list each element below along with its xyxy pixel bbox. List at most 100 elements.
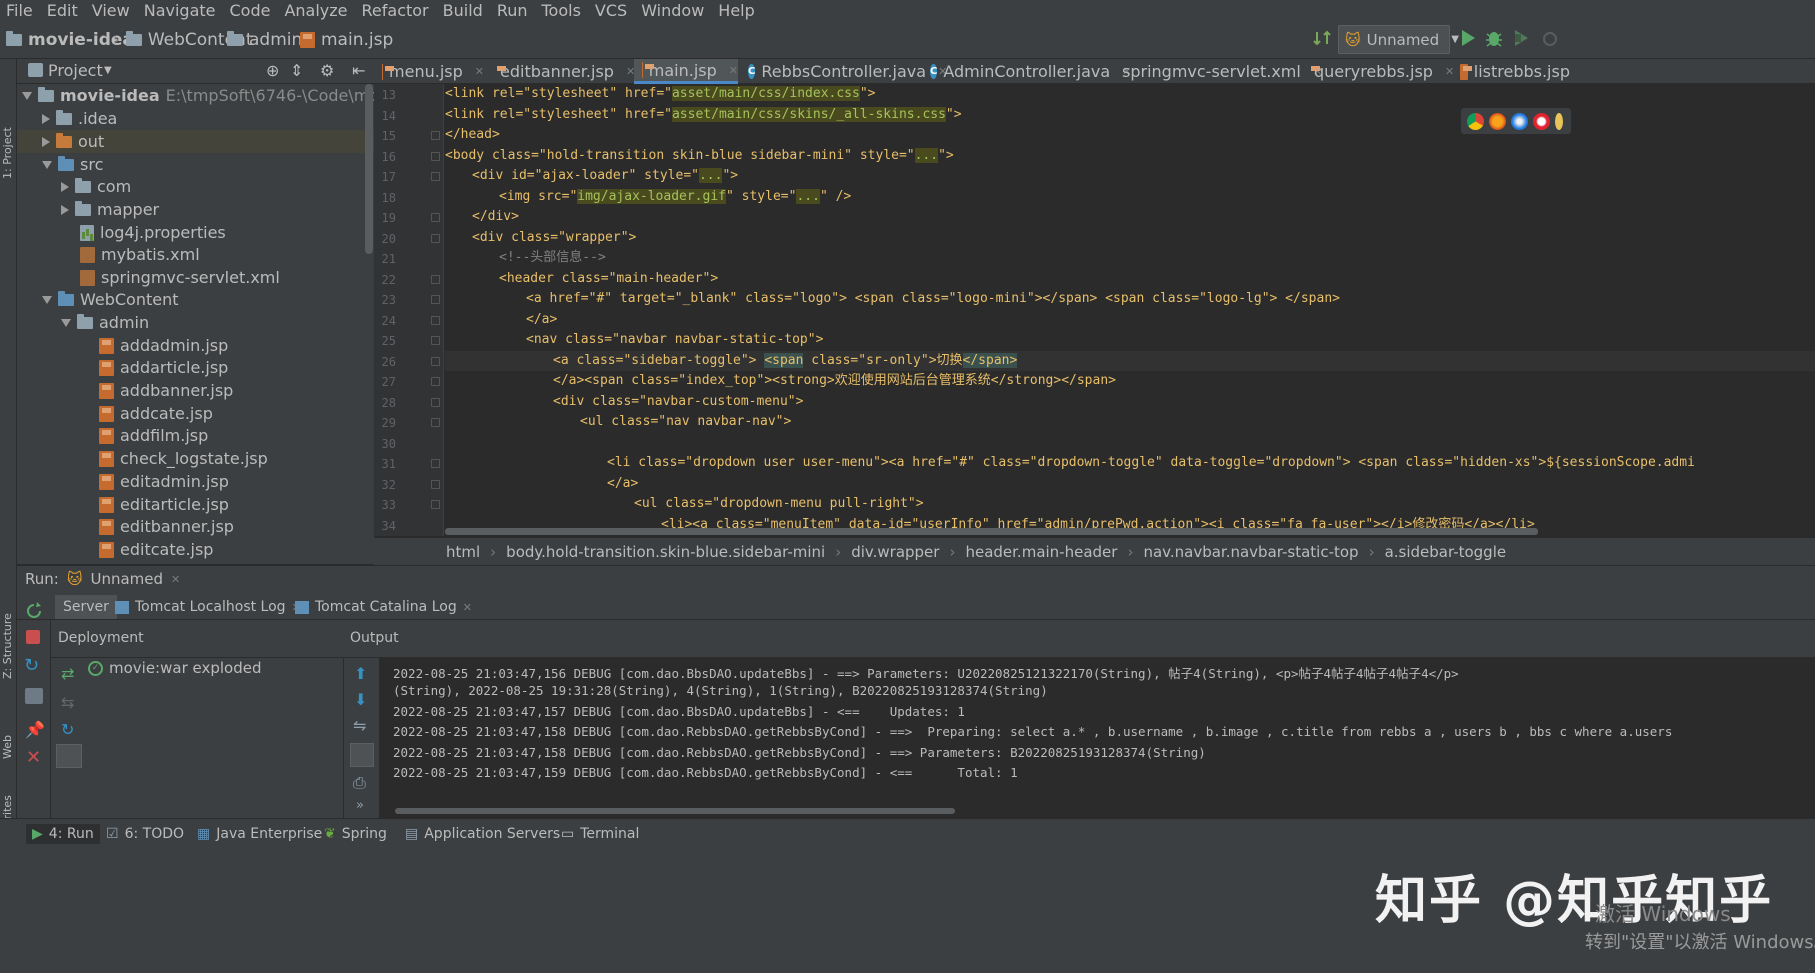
- fold-icon[interactable]: [431, 398, 440, 407]
- web-tool-button[interactable]: Web: [1, 735, 14, 759]
- fold-icon[interactable]: [431, 234, 440, 243]
- coverage-icon[interactable]: [1513, 29, 1531, 51]
- artifact-icon[interactable]: [56, 744, 82, 768]
- opera-icon[interactable]: [1533, 112, 1550, 130]
- fold-icon[interactable]: [431, 131, 440, 140]
- tree-node-idea[interactable]: .idea: [42, 107, 117, 130]
- spring-tool-button[interactable]: ❦ Spring: [318, 824, 393, 844]
- menu-analyze[interactable]: Analyze: [278, 1, 355, 20]
- editor-horizontal-scrollbar[interactable]: [445, 528, 1538, 535]
- tree-node-file[interactable]: editcate.jsp: [99, 538, 213, 561]
- output-console[interactable]: 2022-08-25 21:03:47,156 DEBUG [com.dao.B…: [381, 658, 1815, 818]
- close-icon[interactable]: ✕: [26, 747, 41, 768]
- ie-icon[interactable]: [1555, 112, 1563, 130]
- run-icon[interactable]: [1460, 29, 1476, 51]
- menu-file[interactable]: File: [0, 1, 41, 20]
- menu-refactor[interactable]: Refactor: [356, 1, 437, 20]
- code-editor[interactable]: <link rel="stylesheet" href="asset/main/…: [445, 84, 1815, 536]
- tree-node-com[interactable]: com: [61, 175, 131, 198]
- fold-icon[interactable]: [431, 213, 440, 222]
- fold-icon[interactable]: [431, 336, 440, 345]
- sort-icon[interactable]: [1313, 30, 1333, 48]
- tab-editbanner-jsp[interactable]: editbanner.jsp ✕: [486, 59, 635, 84]
- tree-node-file[interactable]: editarticle.jsp: [99, 493, 229, 516]
- java-enterprise-tool-button[interactable]: ▦ Java Enterprise: [191, 824, 328, 844]
- chevron-down-icon[interactable]: ▼: [104, 65, 112, 76]
- layout-icon[interactable]: [25, 688, 43, 704]
- menu-view[interactable]: View: [86, 1, 138, 20]
- menu-tools[interactable]: Tools: [536, 1, 589, 20]
- tree-node-log4j[interactable]: log4j.properties: [80, 221, 226, 244]
- tree-node-file[interactable]: addadmin.jsp: [99, 334, 228, 357]
- project-scrollbar[interactable]: [365, 84, 373, 254]
- profile-icon[interactable]: [1541, 29, 1559, 51]
- fold-icon[interactable]: [431, 377, 440, 386]
- tree-node-file[interactable]: addbanner.jsp: [99, 379, 233, 402]
- tree-node-file[interactable]: addarticle.jsp: [99, 356, 228, 379]
- tree-node-src[interactable]: src: [42, 153, 103, 176]
- tree-node-file[interactable]: check_logstate.jsp: [99, 447, 268, 470]
- fold-icon[interactable]: [431, 459, 440, 468]
- tree-node-admin[interactable]: admin: [61, 311, 149, 334]
- scroll-to-end-icon[interactable]: [350, 743, 374, 767]
- breadcrumb-body[interactable]: body.hold-transition.skin-blue.sidebar-m…: [506, 543, 825, 561]
- tree-node-springmvc[interactable]: springmvc-servlet.xml: [80, 266, 280, 289]
- fold-icon[interactable]: [431, 500, 440, 509]
- deploy-icon[interactable]: ⇄: [61, 664, 74, 683]
- tree-node-file[interactable]: addcate.jsp: [99, 402, 213, 425]
- fold-icon[interactable]: [431, 152, 440, 161]
- tree-node-out[interactable]: out: [17, 130, 374, 153]
- tab-tomcat-catalina-log[interactable]: Tomcat Catalina Log ✕: [287, 595, 480, 619]
- tab-tomcat-localhost-log[interactable]: Tomcat Localhost Log✕: [107, 595, 309, 619]
- fold-icon[interactable]: [431, 418, 440, 427]
- run-config-name[interactable]: Unnamed: [90, 570, 163, 588]
- hide-panel-icon[interactable]: ⇤: [352, 61, 365, 80]
- tab-admincontroller[interactable]: C AdminController.java ✕: [922, 59, 1131, 84]
- tab-rebbscontroller[interactable]: C RebbsController.java ✕: [740, 59, 947, 84]
- fold-icon[interactable]: [431, 275, 440, 284]
- fold-icon[interactable]: [431, 172, 440, 181]
- application-servers-tool-button[interactable]: ▤ Application Servers: [399, 824, 566, 844]
- close-icon[interactable]: ✕: [475, 65, 484, 78]
- run-tool-button[interactable]: ▶ 4: Run: [26, 824, 100, 844]
- fold-icon[interactable]: [431, 357, 440, 366]
- breadcrumb-div[interactable]: div.wrapper: [851, 543, 939, 561]
- redeploy-icon[interactable]: ↻: [61, 720, 74, 739]
- terminal-tool-button[interactable]: ▭ Terminal: [555, 824, 645, 844]
- arrow-up-icon[interactable]: ⬆: [354, 664, 367, 683]
- chrome-icon[interactable]: [1467, 112, 1484, 130]
- project-panel-title[interactable]: Project: [48, 61, 103, 80]
- deployment-item[interactable]: ✓ movie:war exploded: [88, 659, 262, 677]
- safari-icon[interactable]: [1511, 112, 1528, 130]
- firefox-icon[interactable]: [1489, 112, 1506, 130]
- collapse-all-icon[interactable]: ⇕: [290, 61, 303, 80]
- menu-navigate[interactable]: Navigate: [138, 1, 224, 20]
- tree-node-file[interactable]: editadmin.jsp: [99, 470, 229, 493]
- close-icon[interactable]: ✕: [729, 64, 738, 77]
- run-config-select[interactable]: 🐱 Unnamed ▼: [1338, 25, 1459, 54]
- fold-icon[interactable]: [431, 295, 440, 304]
- tab-queryrebbs-jsp[interactable]: queryrebbs.jsp ✕: [1300, 59, 1454, 84]
- tab-springmvc-xml[interactable]: springmvc-servlet.xml ✕: [1108, 59, 1322, 84]
- breadcrumb-nav[interactable]: nav.navbar.navbar-static-top: [1143, 543, 1358, 561]
- close-icon[interactable]: ✕: [171, 573, 180, 586]
- locate-icon[interactable]: ⊕: [266, 61, 279, 80]
- project-tool-button[interactable]: 1: Project: [1, 127, 14, 179]
- arrow-down-icon[interactable]: ⬇: [354, 690, 367, 709]
- gear-icon[interactable]: ⚙: [320, 61, 334, 80]
- menu-run[interactable]: Run: [491, 1, 536, 20]
- tab-menu-jsp[interactable]: menu.jsp ✕: [374, 59, 484, 84]
- structure-tool-button[interactable]: Z: Structure: [1, 613, 14, 679]
- menu-window[interactable]: Window: [635, 1, 712, 20]
- pin-icon[interactable]: 📌: [25, 720, 45, 739]
- breadcrumb-admin[interactable]: admin: [227, 30, 302, 50]
- debug-icon[interactable]: [1485, 28, 1503, 52]
- more-icon[interactable]: »: [356, 798, 364, 813]
- menu-vcs[interactable]: VCS: [589, 1, 635, 20]
- tab-main-jsp[interactable]: main.jsp ✕: [634, 59, 738, 84]
- menu-edit[interactable]: Edit: [41, 1, 86, 20]
- todo-tool-button[interactable]: ☑ 6: TODO: [100, 824, 190, 844]
- soft-wrap-icon[interactable]: ⇋: [353, 716, 366, 735]
- stop-icon[interactable]: [26, 630, 40, 644]
- menu-code[interactable]: Code: [224, 1, 279, 20]
